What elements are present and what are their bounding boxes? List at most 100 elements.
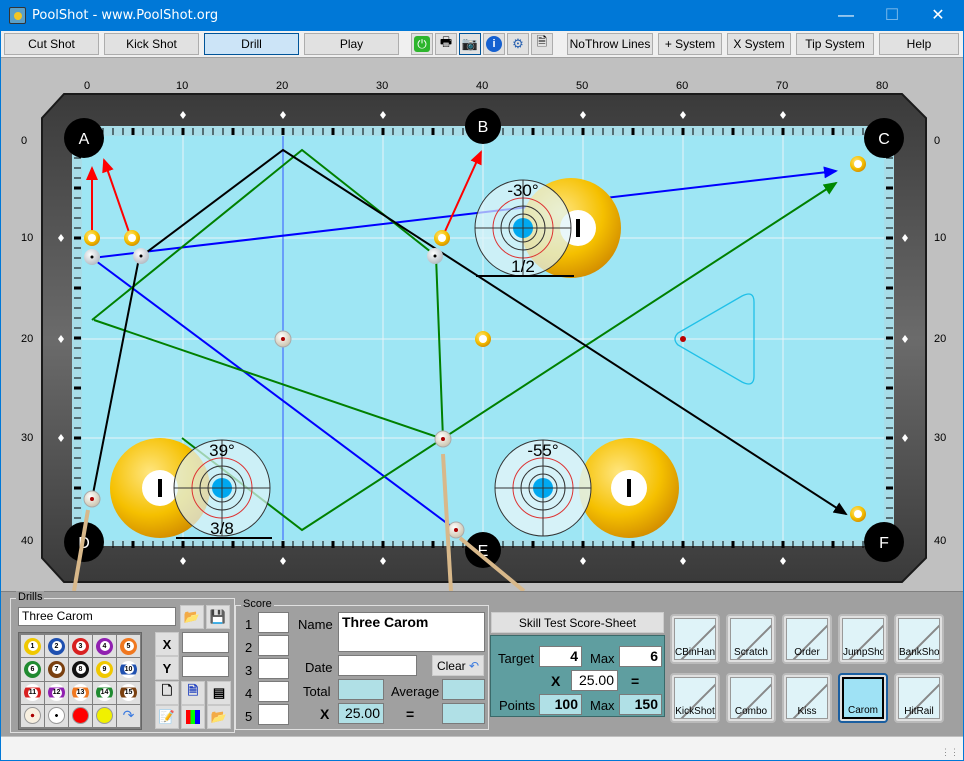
camera-button[interactable]: 📷	[459, 33, 481, 55]
shot-type-kiss[interactable]: Kiss	[782, 673, 832, 723]
drill-help-button[interactable]: 🗎	[181, 681, 205, 705]
folder-open-icon: 📂	[183, 609, 201, 624]
color-grid-icon	[186, 710, 200, 724]
settings-button[interactable]: ⚙	[507, 33, 529, 55]
score-input-1[interactable]	[258, 612, 289, 633]
shot-type-carom[interactable]: Carom	[838, 673, 888, 723]
ball-palette-cell[interactable]: 14	[93, 681, 116, 704]
shot-type-order[interactable]: Order	[782, 614, 832, 664]
ball-palette-cell[interactable]: 12	[45, 681, 68, 704]
pool-table[interactable]: -30° 1/2 39° 3/8 -55° A B C E F	[4, 58, 960, 591]
shot-type-label: Order	[794, 647, 820, 658]
ball-palette-cell[interactable]: 8	[69, 658, 92, 681]
cue-ball-black-dot-icon	[48, 707, 65, 725]
color-palette-button[interactable]	[181, 705, 205, 729]
target-max-input[interactable]: 6	[619, 646, 662, 667]
ball-palette-cell[interactable]: 5	[117, 635, 140, 658]
ball-palette-cell[interactable]: 7	[45, 658, 68, 681]
nothrow-lines-button[interactable]: NoThrow Lines	[567, 33, 653, 55]
ball-palette-cell[interactable]: 2	[45, 635, 68, 658]
ball-palette-cell[interactable]: 1	[21, 635, 44, 658]
score-input-2[interactable]	[258, 635, 289, 656]
score-input-5[interactable]	[258, 704, 289, 725]
skill-test-button[interactable]: Skill Test Score-Sheet	[491, 612, 664, 633]
mode-kick-shot[interactable]: Kick Shot	[104, 33, 199, 55]
points-label: Points	[499, 698, 536, 713]
save-drill-button[interactable]: 💾	[206, 605, 230, 629]
redo-icon: ↷	[122, 707, 135, 724]
drill-list-button[interactable]: ▤	[207, 681, 231, 705]
cue-ball-3	[83, 490, 101, 508]
help-doc-button[interactable]: 🗎	[531, 33, 553, 55]
shot-type-icon: Scratch	[730, 618, 772, 660]
shot-type-bankshot[interactable]: BankShot	[894, 614, 944, 664]
score-input-4[interactable]	[258, 681, 289, 702]
pocket-label-f: F	[879, 535, 889, 552]
info-button[interactable]: i	[483, 33, 505, 55]
ball-palette-cell[interactable]	[69, 704, 92, 727]
redo-button[interactable]: ↷	[117, 704, 140, 727]
shot-type-kickshot[interactable]: KickShot	[670, 673, 720, 723]
ball-palette-cell[interactable]: 4	[93, 635, 116, 658]
points-max-label: Max	[590, 698, 615, 713]
shot-type-label: JumpShot	[843, 647, 884, 658]
shot-type-jumpshot[interactable]: JumpShot	[838, 614, 888, 664]
shot-type-combo[interactable]: Combo	[726, 673, 776, 723]
target-input[interactable]: 4	[539, 646, 582, 667]
table-stage[interactable]: 0 10 20 30 40 50 60 70 80 0 10 20 30 40 …	[4, 58, 960, 591]
close-button[interactable]: ✕	[915, 0, 961, 31]
ball-palette-cell[interactable]: 10	[117, 658, 140, 681]
ball-7-icon: 7	[48, 660, 65, 678]
plus-system-button[interactable]: + System	[658, 33, 722, 55]
cue-ball-red-dot-icon	[24, 707, 41, 725]
shot-type-label: HitRail	[904, 706, 934, 717]
ball-palette-cell[interactable]: 6	[21, 658, 44, 681]
ball-palette-cell[interactable]	[93, 704, 116, 727]
resize-grip-icon[interactable]: ⋮⋮	[941, 747, 959, 758]
mode-cut-shot[interactable]: Cut Shot	[4, 33, 99, 55]
save-icon: 💾	[209, 609, 227, 624]
x-coord-input[interactable]	[182, 632, 229, 653]
mode-drill[interactable]: Drill	[204, 33, 299, 55]
ball-number: 6	[27, 664, 38, 675]
x-system-button[interactable]: X System	[727, 33, 791, 55]
shot-type-icon: Combo	[730, 677, 772, 719]
drill-name-input[interactable]: Three Carom	[18, 607, 176, 626]
date-input[interactable]	[338, 655, 417, 676]
minimize-button[interactable]: —	[823, 0, 869, 31]
list-icon: ▤	[212, 685, 226, 700]
new-drill-button[interactable]: 🗋	[155, 681, 179, 705]
pocket-label-c: C	[878, 131, 890, 148]
ball-palette: 1 2 3 4 5 6 7 8 9 10 11 12 13 14 15 ↷	[18, 632, 142, 730]
ball-palette-cell[interactable]: 3	[69, 635, 92, 658]
edit-notes-button[interactable]: 📝	[155, 705, 179, 729]
tip-system-button[interactable]: Tip System	[796, 33, 874, 55]
ball-9-c	[850, 506, 866, 522]
ball-palette-cell[interactable]	[45, 704, 68, 727]
score-name-input[interactable]: Three Carom	[338, 612, 485, 652]
ball-palette-cell[interactable]: 11	[21, 681, 44, 704]
folder-export-icon: 📂	[210, 709, 228, 724]
ball-palette-cell[interactable]: 13	[69, 681, 92, 704]
shot-type-scratch[interactable]: Scratch	[726, 614, 776, 664]
y-coord-input[interactable]	[182, 656, 229, 677]
ball-palette-cell[interactable]: 9	[93, 658, 116, 681]
export-button[interactable]: 📂	[207, 705, 231, 729]
power-button[interactable]: ⏻	[411, 33, 433, 55]
ball-palette-cell[interactable]	[21, 704, 44, 727]
help-button[interactable]: Help	[879, 33, 959, 55]
shot-type-cbinhand[interactable]: CBinHand	[670, 614, 720, 664]
mode-play[interactable]: Play	[304, 33, 399, 55]
shot-type-hitrail[interactable]: HitRail	[894, 673, 944, 723]
score-input-3[interactable]	[258, 658, 289, 679]
shot-type-icon: KickShot	[674, 677, 716, 719]
name-label: Name	[298, 617, 333, 632]
clear-button[interactable]: Clear ↶	[432, 655, 484, 676]
skill-multiplier-input[interactable]: 25.00	[571, 670, 618, 691]
shot-type-label: KickShot	[675, 706, 715, 717]
ball-palette-cell[interactable]: 15	[117, 681, 140, 704]
maximize-button[interactable]: ☐	[869, 0, 915, 31]
print-button[interactable]: 🖶	[435, 33, 457, 55]
pocket-label-a: A	[79, 131, 90, 148]
open-drill-button[interactable]: 📂	[180, 605, 204, 629]
